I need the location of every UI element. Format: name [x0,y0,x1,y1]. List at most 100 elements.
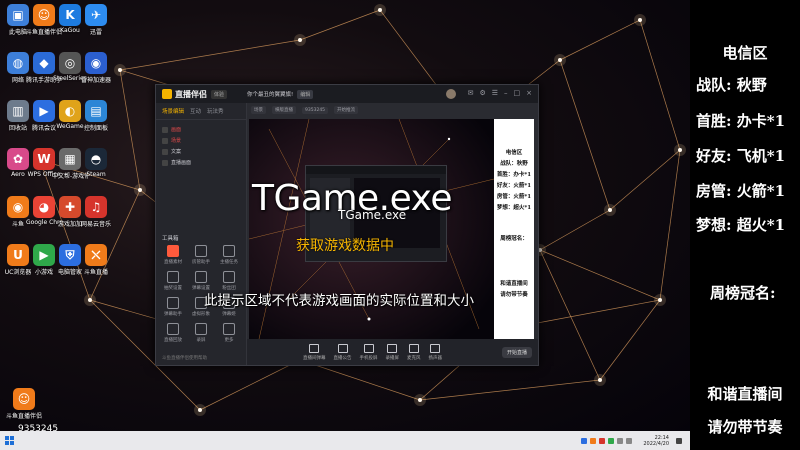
room-title[interactable]: 你个最丑的翼翼旗! [247,90,293,98]
desktop-icon-doyu-companion[interactable]: ☺ 斗鱼直播伴侣 [6,388,42,420]
menu-icon[interactable]: ☰ [492,89,498,99]
preview-info-line: 周榜冠名： [500,236,528,242]
wallpaper-line [559,19,641,61]
wallpaper-glow [294,34,306,46]
tray-volume-icon[interactable] [626,437,633,444]
wallpaper-line [599,299,661,381]
app-icon: ◓ [85,148,107,170]
wallpaper-glow [654,294,666,306]
main-toolbar: 场景 横版直播 9353245 开始推流 [247,103,538,117]
preview-info-line: 战队：秋野 [500,161,528,167]
game-process-overlay-small: TGame.exe [338,208,407,222]
eye-icon[interactable] [162,159,168,166]
desktop-icon[interactable]: ♫ 网易云音乐 [78,196,114,228]
bottom-tool-icon [387,343,398,353]
close-icon[interactable]: × [526,89,532,99]
bottom-tool[interactable]: 直播公告 [334,343,352,361]
sidebar-tabs: 场景编辑 互动 玩法秀 [156,103,246,120]
wallpaper-line [559,59,611,211]
bottom-tool-icon [363,343,374,353]
wallpaper-glow [84,294,96,306]
scene-item[interactable]: 画面 [156,124,246,135]
toolbar-orientation[interactable]: 横版直播 [272,106,296,114]
scene-item-label: 画面 [171,127,182,133]
tool-icon [223,271,235,283]
tab-play[interactable]: 玩法秀 [207,107,224,115]
app-titlebar: 直播伴侣 体验 你个最丑的翼翼旗! 编辑 ✉ ⚙ ☰ – □ × [156,85,538,103]
clock[interactable]: 22:14 2022/4/20 [643,435,669,447]
tab-scene-edit[interactable]: 场景编辑 [162,107,184,115]
desktop-icon[interactable]: ✈ 迅雷 [78,4,114,36]
desktop-icon[interactable]: ◉ 雷神加速器 [78,52,114,84]
help-link[interactable]: 斗鱼直播伴侣使用帮助 [162,355,207,361]
notification-icon[interactable] [676,437,682,444]
wallpaper-line [299,9,381,41]
tray-network-icon[interactable] [617,437,624,444]
app-main: 场景 横版直播 9353245 开始推流 电信区 战队：秋野 首胜：办卡*1 好… [247,103,538,365]
tool-item[interactable]: 弹幕助手 [159,297,187,317]
wallpaper-line [539,249,601,381]
tool-item[interactable]: 直播素材 [159,245,187,265]
desktop-icon[interactable]: ⛌ 斗鱼直播 [78,244,114,276]
scene-item[interactable]: 文案 [156,146,246,157]
tray-doyu-icon[interactable] [590,437,597,444]
first-win-row: 首胜: 办卡*1 [696,112,786,130]
tool-item[interactable]: 直播回放 [159,323,187,343]
eye-icon[interactable] [162,126,168,133]
tool-icon [167,271,179,283]
bottom-tool-label: 手机投屏 [359,355,378,361]
tool-item[interactable]: 主播任务 [215,245,243,265]
bottom-tool[interactable]: 手机投屏 [359,343,378,361]
tool-label: 录屏 [196,338,206,343]
start-live-button[interactable]: 开始直播 [501,346,532,358]
toolbar-scene[interactable]: 场景 [251,106,266,114]
tray-app-icon[interactable] [581,437,588,444]
bottom-tool[interactable]: 扬声器 [428,343,443,361]
tool-item[interactable]: 录屏 [187,323,215,343]
wallpaper-glow [374,4,386,16]
bottom-tool[interactable]: 麦克风 [407,343,421,361]
tool-item[interactable]: 抽奖设置 [159,271,187,291]
bottom-tool[interactable]: 直播间弹幕 [303,343,326,361]
tab-interact[interactable]: 互动 [190,107,201,115]
toolbar-push[interactable]: 开始推流 [334,106,359,114]
maximize-icon[interactable]: □ [514,89,521,99]
desktop-icon[interactable]: ▤ 控制面板 [78,100,114,132]
wallpaper-line [539,249,661,301]
settings-icon[interactable]: ⚙ [479,89,485,99]
doyu-icon: ☺ [13,388,35,410]
preview-info-line: 房管：火箭*1 [496,194,532,200]
app-icon: ▤ [85,100,107,122]
eye-icon[interactable] [162,148,168,155]
wallpaper-glow [114,64,126,76]
tray-input-method-icon[interactable] [599,437,606,444]
taskbar: 22:14 2022/4/20 [0,431,690,450]
app-icon: ◉ [85,52,107,74]
bottom-tool[interactable]: 录播屏 [386,343,399,361]
minimize-icon[interactable]: – [504,89,508,99]
scene-item[interactable]: 场景 [156,135,246,146]
tool-item[interactable]: 弹幕设置 [187,271,215,291]
streamer-app-window: 直播伴侣 体验 你个最丑的翼翼旗! 编辑 ✉ ⚙ ☰ – □ × 场景编辑 互动… [155,84,539,366]
avatar[interactable] [445,89,456,99]
bottom-tool-label: 扬声器 [428,355,443,361]
tool-icon [167,323,179,335]
tool-icon [195,271,207,283]
tool-item[interactable]: 房管助手 [187,245,215,265]
tool-item[interactable]: 粉丝团 [215,271,243,291]
mail-icon[interactable]: ✉ [468,89,474,99]
app-sidebar: 场景编辑 互动 玩法秀 画面 场景 文案 直播画面 工具箱 直播素材 房管助手 主播任务抽… [156,103,247,365]
windows-start-icon[interactable] [5,436,14,445]
desktop-icon-label: 斗鱼直播伴侣 [6,413,42,420]
desktop-icon-label: 斗鱼直播 [83,269,108,276]
eye-icon[interactable] [162,137,168,144]
desktop-icon[interactable]: ◓ Steam [78,148,114,178]
tool-label: 弹幕姬 [222,312,236,317]
bottom-tool-label: 麦克风 [407,355,421,361]
wallpaper-glow [594,374,606,386]
tray-wechat-icon[interactable] [608,437,615,444]
app-name: 直播伴侣 [175,89,207,99]
scene-item[interactable]: 直播画面 [156,157,246,168]
room-edit-button[interactable]: 编辑 [297,89,314,99]
tool-item[interactable]: 更多 [215,323,243,343]
